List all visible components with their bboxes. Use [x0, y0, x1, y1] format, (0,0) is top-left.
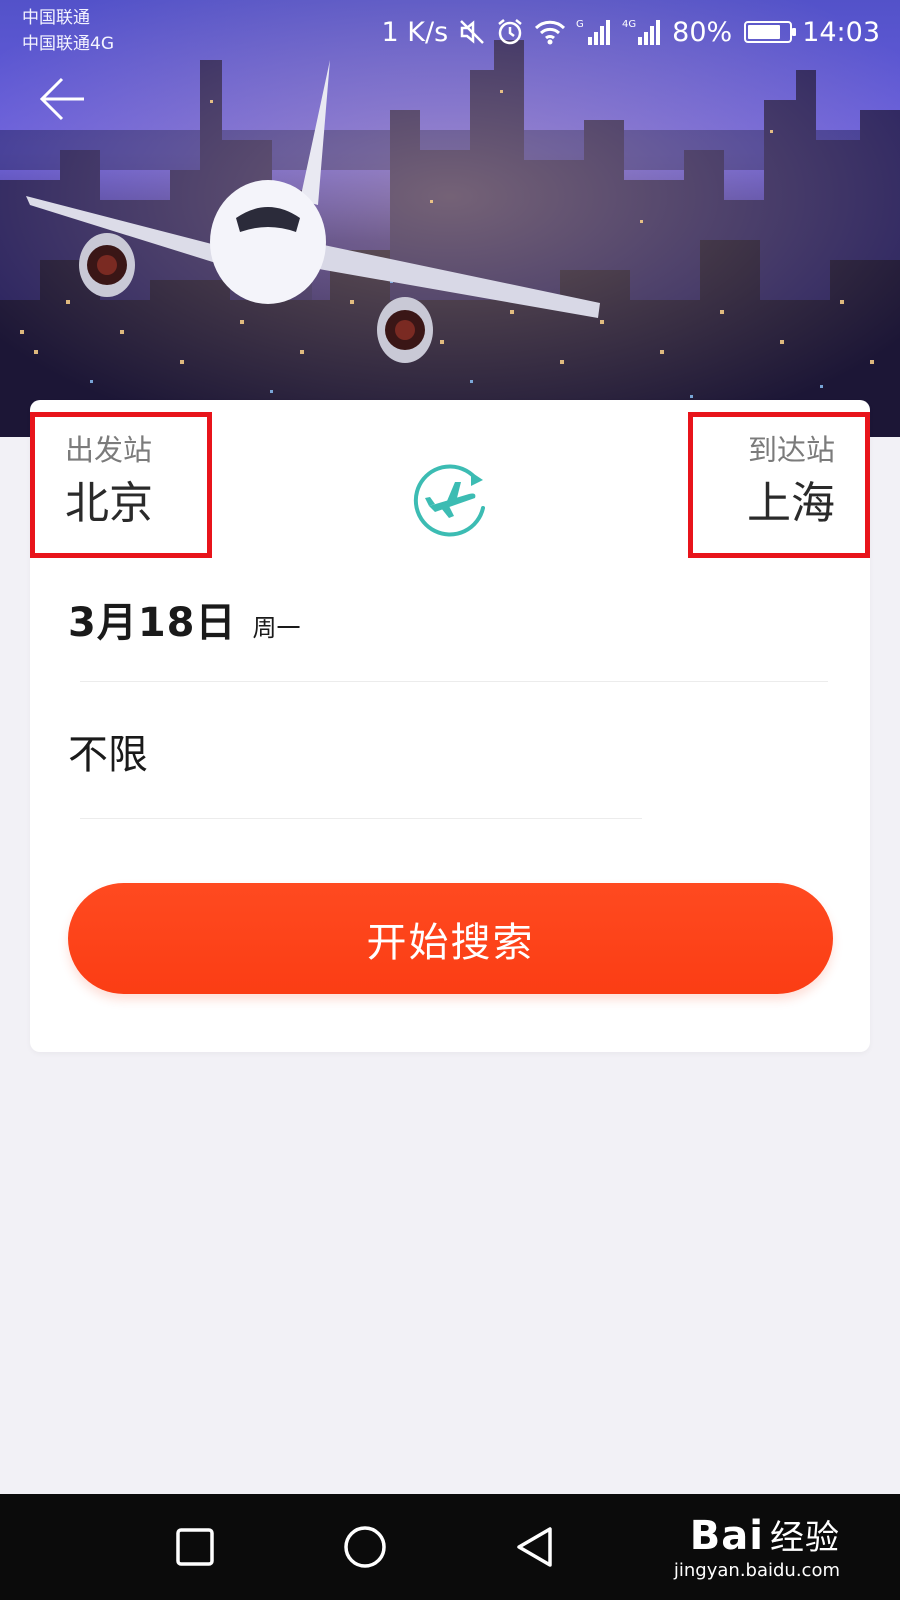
circle-icon [344, 1526, 386, 1568]
svg-text:G: G [576, 19, 584, 30]
hero-banner [0, 0, 900, 437]
clock: 14:03 [802, 16, 880, 48]
watermark-logo: Bai 经验 [690, 1514, 840, 1560]
date-selector[interactable]: 3月18日 周一 [68, 590, 830, 680]
system-nav-bar: Bai 经验 jingyan.baidu.com [0, 1494, 900, 1600]
battery-fill [748, 25, 781, 39]
arrival-city: 上海 [747, 478, 835, 529]
travel-weekday: 周一 [252, 614, 301, 642]
carrier-primary: 中国联通 [22, 8, 90, 28]
seat-class-value: 不限 [68, 732, 148, 778]
screen: 中国联通 中国联通4G 1 K/s G 4G 80% 14:03 出发站 北京 … [0, 0, 900, 1600]
battery-icon [744, 21, 797, 43]
signal-4g-icon: 4G [622, 17, 662, 47]
watermark-url: jingyan.baidu.com [673, 1560, 840, 1581]
plane-swap-icon [413, 464, 485, 537]
back-button[interactable] [38, 76, 88, 122]
net-speed: 1 K/s [381, 16, 449, 48]
departure-label: 出发站 [65, 433, 153, 467]
arrow-left-icon [39, 77, 84, 121]
divider [80, 681, 828, 682]
mute-icon [458, 18, 486, 46]
divider [80, 818, 642, 819]
travel-date: 3月18日 [68, 600, 237, 646]
baidu-jingyan-watermark: Bai 经验 jingyan.baidu.com [674, 1514, 840, 1582]
arrival-label: 到达站 [747, 433, 835, 467]
status-indicators: 1 K/s G 4G 80% 14:03 [382, 12, 880, 52]
triangle-back-icon [517, 1527, 552, 1567]
departure-station-selector[interactable]: 出发站 北京 [30, 412, 212, 558]
watermark-logo-text: Bai [689, 1513, 764, 1559]
alarm-icon [496, 18, 524, 46]
home-button[interactable] [340, 1522, 390, 1572]
seat-class-selector[interactable]: 不限 [68, 722, 830, 792]
svg-text:4G: 4G [622, 19, 636, 30]
departure-city: 北京 [65, 478, 153, 529]
watermark-logo-suffix: 经验 [770, 1518, 840, 1558]
system-back-button[interactable] [510, 1522, 560, 1572]
train-search-card: 出发站 北京 到达站 上海 3月18日 周一 不限 开始搜索 [30, 400, 870, 1052]
carrier-secondary: 中国联通4G [22, 34, 114, 54]
swap-stations-button[interactable] [411, 460, 491, 540]
square-icon [176, 1528, 214, 1566]
signal-g-icon: G [576, 17, 612, 47]
recent-apps-button[interactable] [170, 1522, 220, 1572]
wifi-icon [534, 19, 566, 45]
city-airplane-image [0, 0, 900, 437]
battery-percent: 80% [672, 16, 733, 48]
start-search-button[interactable]: 开始搜索 [68, 883, 833, 994]
status-bar: 中国联通 中国联通4G 1 K/s G 4G 80% 14:03 [0, 0, 900, 60]
arrival-station-selector[interactable]: 到达站 上海 [688, 412, 870, 558]
